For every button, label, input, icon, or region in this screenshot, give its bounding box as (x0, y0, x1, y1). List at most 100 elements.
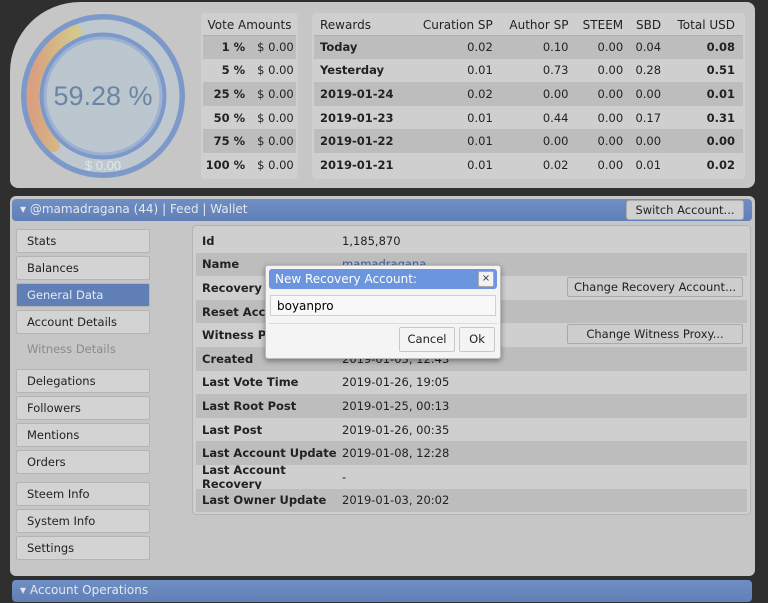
rewards-cell: 0.00 (576, 35, 632, 59)
change-recovery-account-button[interactable]: Change Recovery Account... (567, 277, 743, 298)
rewards-cell: 0.28 (635, 63, 662, 78)
row-label: Id (202, 233, 215, 248)
sidebar-item-settings[interactable]: Settings (16, 536, 150, 560)
rewards-cell: 0.00 (597, 110, 624, 125)
rewards-cell: 0.02 (706, 157, 735, 172)
vote-amounts-table: Vote Amounts 1 % $ 0.00 5 % $ 0.00 25 % $ 0.0… (201, 13, 298, 179)
rewards-row: 2019-01-23 0.01 0.44 0.00 0.17 0.31 (314, 106, 743, 130)
recovery-account-dialog: New Recovery Account: × Cancel Ok (265, 265, 501, 359)
vote-amount-row: 1 % $ 0.00 (203, 35, 296, 59)
rewards-cell: 0.00 (500, 82, 577, 106)
sidebar-item-stats[interactable]: Stats (16, 229, 150, 253)
rewards-cell: 0.00 (631, 129, 670, 153)
wallet-link[interactable]: Wallet (210, 202, 247, 216)
sidebar-item-orders[interactable]: Orders (16, 450, 150, 474)
sidebar-item-system-info[interactable]: System Info (16, 509, 150, 533)
rewards-row: Yesterday 0.01 0.73 0.00 0.28 0.51 (314, 59, 743, 83)
row-label: Last Owner Update (202, 493, 327, 508)
rewards-cell: 0.00 (597, 157, 624, 172)
vote-value: $ 0.00 (253, 35, 296, 59)
row-label: Last Root Post (202, 398, 297, 413)
separator: | (202, 202, 207, 216)
sidebar-item-witness-details: Witness Details (16, 337, 150, 361)
row-label: Last Account Recovery (202, 462, 286, 491)
rewards-cell: 0.00 (500, 129, 577, 153)
sidebar-item-mentions[interactable]: Mentions (16, 423, 150, 447)
data-row: Last Post 2019-01-26, 00:35 (196, 418, 747, 442)
collapse-icon[interactable]: ▾ (20, 583, 26, 597)
rewards-cell: 0.51 (706, 63, 735, 78)
rewards-header: Curation SP (412, 15, 501, 36)
rewards-cell: 0.02 (542, 157, 569, 172)
sidebar: Stats Balances General Data Account Details… (16, 229, 150, 563)
switch-account-button[interactable]: Switch Account... (626, 200, 744, 220)
rewards-header: STEEM (576, 15, 632, 36)
rewards-cell: 0.44 (542, 110, 569, 125)
collapse-icon[interactable]: ▾ (20, 202, 26, 216)
rewards-row: 2019-01-24 0.02 0.00 0.00 0.00 0.01 (314, 82, 743, 106)
rewards-cell: 0.10 (500, 35, 577, 59)
vote-percent: 25 % (203, 82, 254, 106)
rewards-header: SBD (631, 15, 670, 36)
sidebar-item-steem-info[interactable]: Steem Info (16, 482, 150, 506)
sidebar-item-followers[interactable]: Followers (16, 396, 150, 420)
sidebar-item-general-data[interactable]: General Data (16, 283, 150, 307)
recovery-account-input[interactable] (270, 295, 496, 316)
ok-button[interactable]: Ok (459, 327, 495, 352)
separator: | (162, 202, 167, 216)
rewards-cell: 0.73 (542, 63, 569, 78)
row-label: Last Account Update (202, 446, 337, 461)
row-label: Last Post (202, 422, 263, 437)
account-operations-header[interactable]: ▾ Account Operations (12, 580, 752, 602)
rewards-cell: 0.02 (412, 35, 501, 59)
account-operations-title: Account Operations (29, 583, 149, 597)
data-row: Last Account Update 2019-01-08, 12:28 (196, 441, 747, 465)
vote-percent: 50 % (213, 110, 246, 125)
rewards-row: Today 0.02 0.10 0.00 0.04 0.08 (314, 35, 743, 59)
change-witness-proxy-button[interactable]: Change Witness Proxy... (567, 324, 743, 345)
vote-value: $ 0.00 (253, 82, 296, 106)
row-value: 1,185,870 (342, 233, 401, 248)
rewards-table: Rewards Curation SP Author SP STEEM SBD Total… (312, 13, 745, 179)
row-value: 2019-01-25, 00:13 (342, 398, 450, 413)
rewards-cell: 2019-01-24 (314, 82, 413, 106)
voting-power-gauge: 59.28 % $ 0.00 (21, 14, 185, 178)
data-row: Id 1,185,870 (196, 229, 747, 253)
vote-value: $ 0.00 (257, 63, 294, 78)
vote-amounts-header: Vote Amounts (203, 15, 296, 36)
rewards-cell: 0.00 (576, 82, 632, 106)
sidebar-item-account-details[interactable]: Account Details (16, 310, 150, 334)
rewards-cell: 0.01 (467, 110, 493, 125)
row-value: 2019-01-03, 20:02 (342, 493, 450, 508)
vote-amount-row: 50 % $ 0.00 (203, 106, 296, 130)
rewards-cell: 0.08 (669, 35, 743, 59)
rewards-row: 2019-01-22 0.01 0.00 0.00 0.00 0.00 (314, 129, 743, 153)
rewards-cell: 0.01 (635, 157, 662, 172)
vote-value: $ 0.00 (253, 129, 296, 153)
vote-value: $ 0.00 (257, 110, 294, 125)
vote-percent: 5 % (221, 63, 246, 78)
gauge-percent: 59.28 % (53, 81, 152, 111)
gauge-value: $ 0.00 (85, 158, 121, 173)
row-value: 2019-01-26, 19:05 (342, 375, 450, 390)
rewards-cell: 0.00 (576, 129, 632, 153)
rewards-cell: 2019-01-22 (314, 129, 413, 153)
rewards-cell: 0.31 (706, 110, 735, 125)
vote-percent: 100 % (205, 157, 246, 172)
rewards-cell: Today (314, 35, 413, 59)
data-row: Last Account Recovery - (196, 462, 747, 491)
rewards-header: Rewards (314, 15, 413, 36)
rewards-cell: 0.02 (412, 82, 501, 106)
rewards-header: Total USD (669, 15, 743, 36)
row-label: Last Vote Time (202, 375, 299, 390)
feed-link[interactable]: Feed (170, 202, 199, 216)
account-name: @mamadragana (44) (29, 202, 159, 216)
sidebar-item-balances[interactable]: Balances (16, 256, 150, 280)
vote-amount-row: 5 % $ 0.00 (203, 59, 296, 83)
row-value: 2019-01-08, 12:28 (342, 446, 450, 461)
vote-amount-row: 75 % $ 0.00 (203, 129, 296, 153)
rewards-cell: 0.00 (631, 82, 670, 106)
sidebar-item-delegations[interactable]: Delegations (16, 369, 150, 393)
close-icon[interactable]: × (478, 271, 494, 287)
cancel-button[interactable]: Cancel (399, 327, 455, 352)
